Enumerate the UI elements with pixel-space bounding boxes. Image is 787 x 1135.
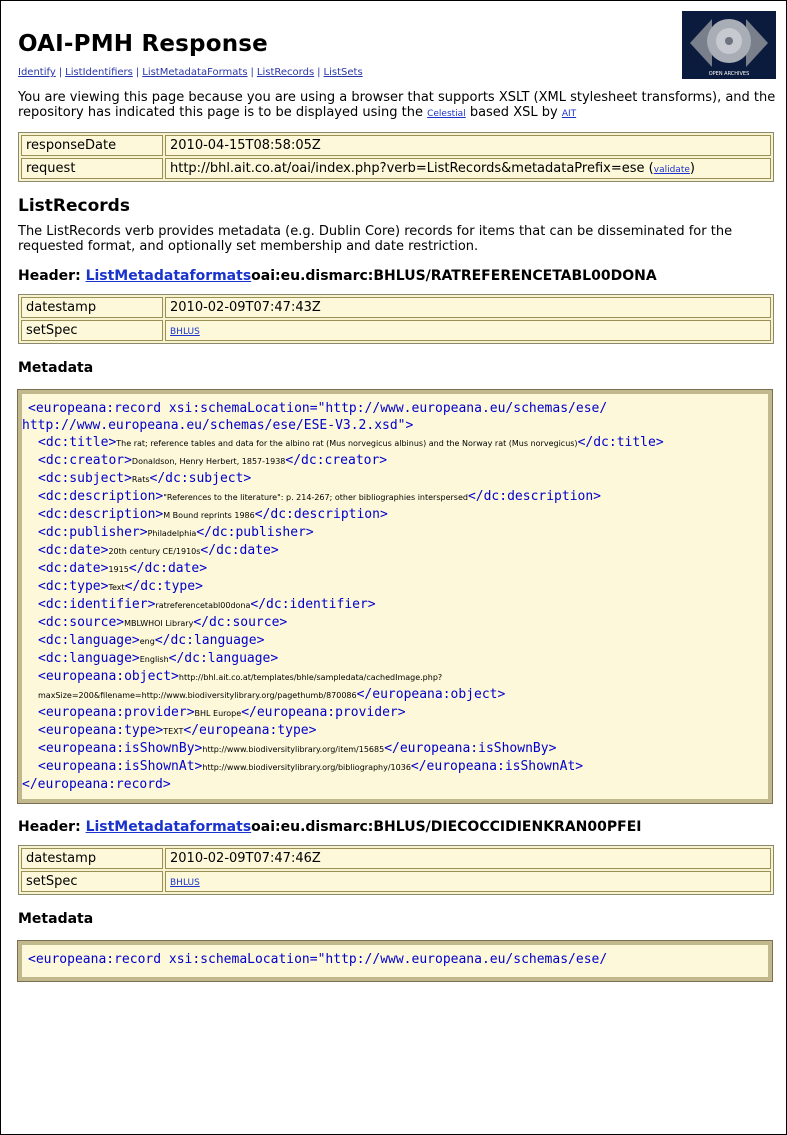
ait-link[interactable]: AIT bbox=[562, 109, 576, 119]
table-row: datestamp 2010-02-09T07:47:46Z bbox=[21, 848, 771, 869]
setspec-cell: BHLUS bbox=[165, 871, 771, 892]
table-row: responseDate 2010-04-15T08:58:05Z bbox=[21, 135, 771, 156]
nav-listrecords[interactable]: ListRecords bbox=[257, 67, 314, 78]
metadata-xml-box: <europeana:record xsi:schemaLocation="ht… bbox=[17, 940, 773, 982]
xml-line: <dc:date>1915</dc:date> bbox=[38, 561, 208, 576]
xml-root-open-2: http://www.europeana.eu/schemas/ese/ESE-… bbox=[22, 418, 414, 433]
validate-link[interactable]: validate bbox=[654, 165, 690, 175]
xml-line: <dc:language>English</dc:language> bbox=[38, 651, 279, 666]
header-prefix: Header: bbox=[18, 268, 86, 284]
record-identifier: oai:eu.dismarc:BHLUS/RATREFERENCETABL00D… bbox=[251, 268, 657, 284]
datestamp-label: datestamp bbox=[21, 848, 163, 869]
setspec-label: setSpec bbox=[21, 871, 163, 892]
xml-line: <europeana:type>TEXT</europeana:type> bbox=[38, 723, 317, 738]
list-metadataformats-link[interactable]: ListMetadataformats bbox=[86, 819, 252, 835]
nav-listmetadataformats[interactable]: ListMetadataFormats bbox=[142, 67, 247, 78]
record-header: Header: ListMetadataformatsoai:eu.dismar… bbox=[18, 819, 774, 835]
verb-nav: Identify | ListIdentifiers | ListMetadataFor… bbox=[18, 67, 363, 78]
xml-line: <dc:publisher>Philadelphia</dc:publisher… bbox=[38, 525, 314, 540]
xml-line: <dc:date>20th century CE/1910s</dc:date> bbox=[38, 543, 279, 558]
intro-text: You are viewing this page because you ar… bbox=[18, 90, 776, 120]
xml-line: <dc:type>Text</dc:type> bbox=[38, 579, 203, 594]
setspec-label: setSpec bbox=[21, 320, 163, 341]
svg-text:OPEN ARCHIVES: OPEN ARCHIVES bbox=[709, 71, 750, 77]
xml-line: <dc:identifier>ratreferencetabl00dona</d… bbox=[38, 597, 376, 612]
xml-line: <europeana:isShownAt>http://www.biodiver… bbox=[38, 759, 584, 774]
table-row: datestamp 2010-02-09T07:47:43Z bbox=[21, 297, 771, 318]
table-row: request http://bhl.ait.co.at/oai/index.p… bbox=[21, 158, 771, 179]
datestamp-label: datestamp bbox=[21, 297, 163, 318]
xml-line: <europeana:provider>BHL Europe</european… bbox=[38, 705, 406, 720]
list-metadataformats-link[interactable]: ListMetadataformats bbox=[86, 268, 252, 284]
celestial-link[interactable]: Celestial bbox=[427, 109, 466, 119]
xml-line: <europeana:object>http://bhl.ait.co.at/t… bbox=[38, 669, 506, 702]
record-header: Header: ListMetadataformatsoai:eu.dismar… bbox=[18, 268, 774, 284]
record-header-table: datestamp 2010-02-09T07:47:46Z setSpec B… bbox=[18, 845, 774, 895]
xml-root-close: </europeana:record> bbox=[22, 777, 171, 792]
record-identifier: oai:eu.dismarc:BHLUS/DIECOCCIDIENKRAN00P… bbox=[251, 819, 642, 835]
request-url: http://bhl.ait.co.at/oai/index.php?verb=… bbox=[170, 161, 645, 176]
page-title: OAI-PMH Response bbox=[18, 31, 268, 57]
response-date-label: responseDate bbox=[21, 135, 163, 156]
xml-line: <dc:description>"References to the liter… bbox=[38, 489, 602, 504]
metadata-heading: Metadata bbox=[18, 360, 94, 376]
metadata-heading: Metadata bbox=[18, 911, 94, 927]
xml-line: <dc:title>The rat; reference tables and … bbox=[38, 435, 664, 450]
xml-line: <dc:language>eng</dc:language> bbox=[38, 633, 265, 648]
xml-line: <dc:description>M Bound reprints 1986</d… bbox=[38, 507, 388, 522]
xml-line: <dc:subject>Rats</dc:subject> bbox=[38, 471, 252, 486]
request-value-cell: http://bhl.ait.co.at/oai/index.php?verb=… bbox=[165, 158, 771, 179]
setspec-link[interactable]: BHLUS bbox=[170, 327, 200, 337]
setspec-link[interactable]: BHLUS bbox=[170, 878, 200, 888]
xml-line: <dc:creator>Donaldson, Henry Herbert, 18… bbox=[38, 453, 388, 468]
datestamp-value: 2010-02-09T07:47:43Z bbox=[165, 297, 771, 318]
xml-root-open: <europeana:record xsi:schemaLocation="ht… bbox=[28, 401, 608, 416]
metadata-xml-box: <europeana:record xsi:schemaLocation="ht… bbox=[17, 389, 773, 804]
intro-mid-text: based XSL by bbox=[465, 105, 562, 120]
listrecords-heading: ListRecords bbox=[18, 196, 130, 216]
xml-line: <dc:source>MBLWHOI Library</dc:source> bbox=[38, 615, 288, 630]
nav-listidentifiers[interactable]: ListIdentifiers bbox=[65, 67, 133, 78]
open-archives-logo: OPEN ARCHIVES bbox=[682, 11, 776, 79]
datestamp-value: 2010-02-09T07:47:46Z bbox=[165, 848, 771, 869]
table-row: setSpec BHLUS bbox=[21, 320, 771, 341]
listrecords-description: The ListRecords verb provides metadata (… bbox=[18, 224, 733, 254]
header-prefix: Header: bbox=[18, 819, 86, 835]
xml-line: <europeana:isShownBy>http://www.biodiver… bbox=[38, 741, 557, 756]
record-header-table: datestamp 2010-02-09T07:47:43Z setSpec B… bbox=[18, 294, 774, 344]
nav-identify[interactable]: Identify bbox=[18, 67, 56, 78]
response-table: responseDate 2010-04-15T08:58:05Z reques… bbox=[18, 132, 774, 182]
setspec-cell: BHLUS bbox=[165, 320, 771, 341]
intro-paragraph: You are viewing this page because you ar… bbox=[18, 90, 778, 122]
nav-listsets[interactable]: ListSets bbox=[324, 67, 363, 78]
request-label: request bbox=[21, 158, 163, 179]
table-row: setSpec BHLUS bbox=[21, 871, 771, 892]
xml-root-open: <europeana:record xsi:schemaLocation="ht… bbox=[28, 952, 608, 967]
response-date-value: 2010-04-15T08:58:05Z bbox=[165, 135, 771, 156]
